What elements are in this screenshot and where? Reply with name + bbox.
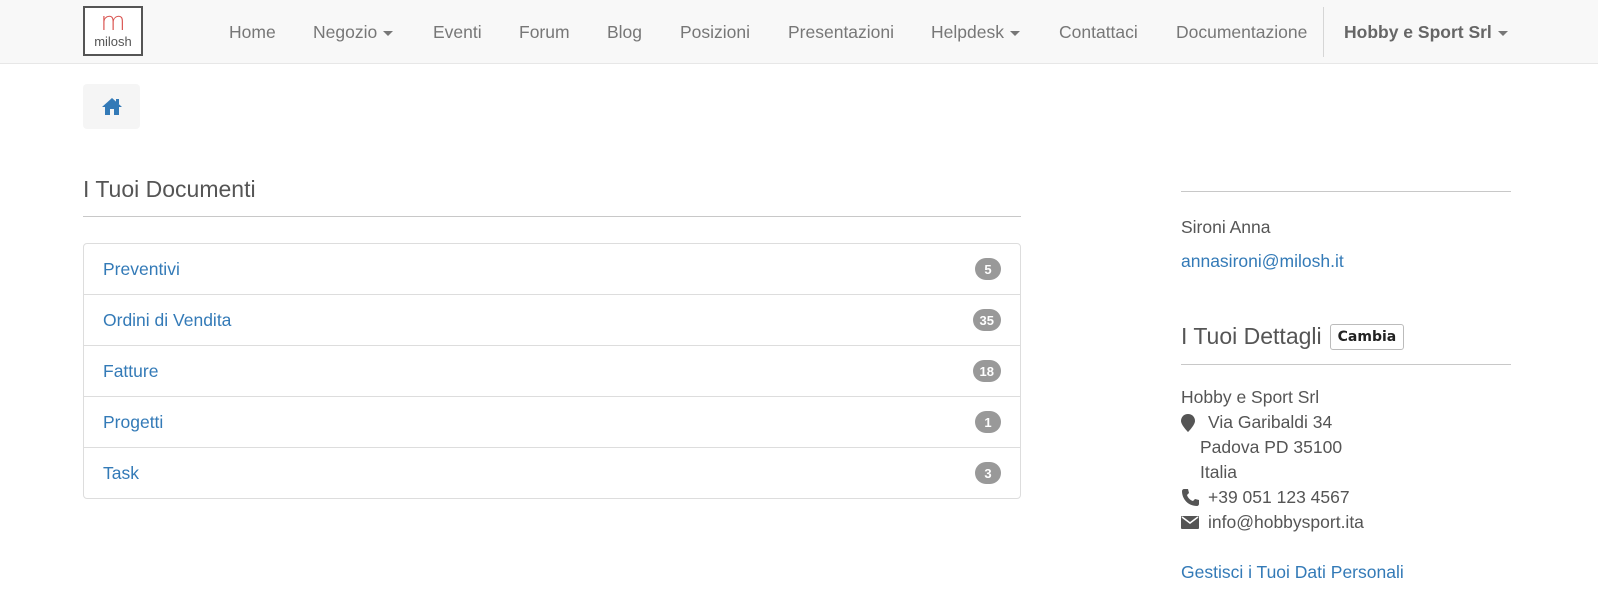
nav-helpdesk[interactable]: Helpdesk (931, 0, 1020, 64)
list-item-label: Ordini di Vendita (103, 309, 232, 330)
nav-contattaci[interactable]: Contattaci (1059, 0, 1138, 64)
address-city: Padova PD 35100 (1200, 437, 1343, 457)
documents-title: I Tuoi Documenti (83, 176, 256, 202)
phone-row: +39 051 123 4567 (1181, 487, 1350, 508)
breadcrumb-home[interactable] (83, 84, 140, 129)
user-email-link[interactable]: annasironi@milosh.it (1181, 251, 1344, 272)
nav-eventi[interactable]: Eventi (433, 0, 482, 64)
count-badge: 35 (972, 309, 1001, 331)
contact-email-row: info@hobbysport.ita (1181, 512, 1364, 533)
caret-down-icon (1497, 30, 1508, 36)
phone-number: +39 051 123 4567 (1208, 487, 1350, 507)
nav-home[interactable]: Home (229, 0, 276, 64)
details-heading: I Tuoi Dettagli Cambia (1181, 323, 1405, 350)
change-details-button[interactable]: Cambia (1329, 323, 1405, 350)
list-item-label: Fatture (103, 360, 159, 381)
home-icon (101, 98, 122, 115)
nav-documentazione[interactable]: Documentazione (1176, 0, 1307, 64)
count-badge: 3 (975, 462, 1001, 484)
address-street-row: Via Garibaldi 34 (1181, 412, 1332, 433)
user-name: Sironi Anna (1181, 217, 1271, 237)
documents-item-progetti[interactable]: Progetti 1 (84, 396, 1020, 447)
logo-text: milosh (94, 34, 132, 49)
list-item-label: Progetti (103, 411, 164, 432)
map-marker-icon (1181, 413, 1199, 432)
nav-negozio[interactable]: Negozio (313, 0, 394, 64)
company-name: Hobby e Sport Srl (1181, 387, 1320, 407)
list-item-label: Task (103, 462, 139, 483)
top-navbar: m milosh Home Negozio Eventi Forum Blog … (0, 0, 1598, 64)
documents-item-ordini[interactable]: Ordini di Vendita 35 (84, 294, 1020, 345)
documents-divider (83, 216, 1021, 217)
documents-item-preventivi[interactable]: Preventivi 5 (84, 244, 1020, 294)
count-badge: 1 (975, 411, 1001, 433)
details-title: I Tuoi Dettagli (1181, 323, 1322, 349)
address-street: Via Garibaldi 34 (1208, 412, 1333, 432)
nav-helpdesk-label: Helpdesk (931, 21, 1004, 42)
documents-item-task[interactable]: Task 3 (84, 447, 1020, 498)
count-badge: 18 (972, 360, 1001, 382)
documents-list: Preventivi 5 Ordini di Vendita 35 Fattur… (83, 243, 1021, 499)
logo[interactable]: m milosh (83, 6, 143, 56)
count-badge: 5 (975, 258, 1001, 280)
details-divider (1181, 364, 1511, 365)
nav-presentazioni[interactable]: Presentazioni (788, 0, 894, 64)
caret-down-icon (383, 30, 394, 36)
nav-forum[interactable]: Forum (519, 0, 570, 64)
nav-blog[interactable]: Blog (607, 0, 642, 64)
nav-negozio-label: Negozio (313, 21, 378, 42)
list-item-label: Preventivi (103, 258, 180, 279)
user-menu[interactable]: Hobby e Sport Srl (1344, 0, 1508, 64)
envelope-icon (1181, 516, 1199, 529)
nav-posizioni[interactable]: Posizioni (680, 0, 750, 64)
nav-divider (1323, 7, 1324, 57)
sidebar-divider (1181, 191, 1511, 192)
contact-email: info@hobbysport.ita (1208, 512, 1364, 532)
phone-icon (1181, 489, 1199, 506)
manage-personal-data-link[interactable]: Gestisci i Tuoi Dati Personali (1181, 562, 1404, 583)
address-country: Italia (1200, 462, 1237, 482)
user-menu-label: Hobby e Sport Srl (1344, 21, 1492, 42)
logo-mark: m (100, 7, 126, 37)
caret-down-icon (1009, 30, 1020, 36)
documents-item-fatture[interactable]: Fatture 18 (84, 345, 1020, 396)
